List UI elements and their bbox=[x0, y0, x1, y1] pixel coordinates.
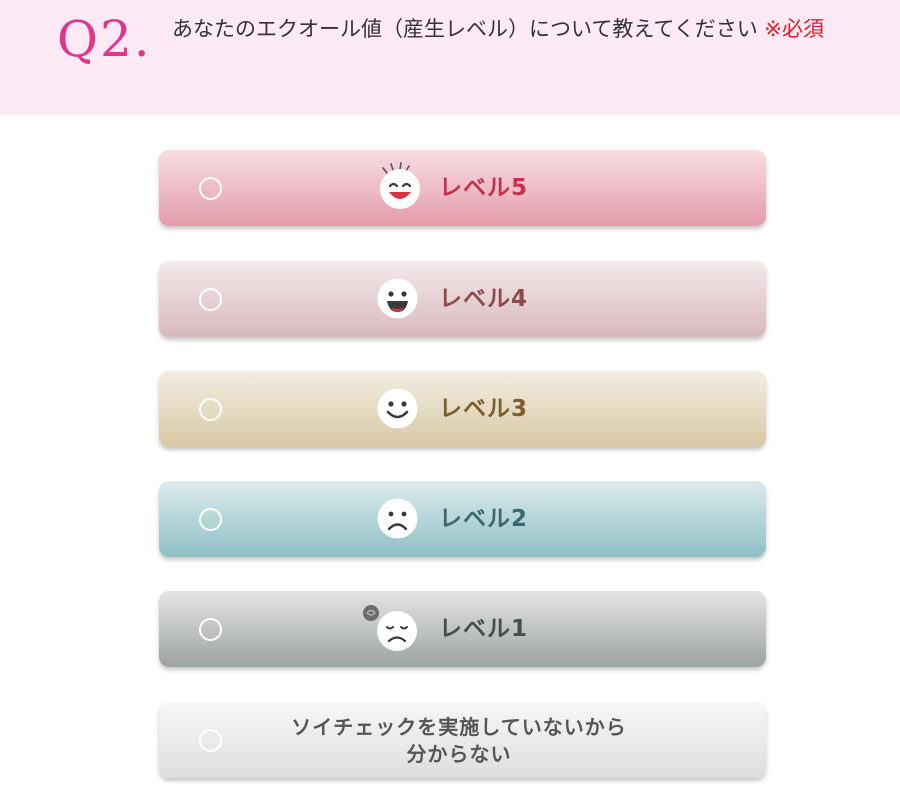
option-not-tested[interactable]: ソイチェックを実施していないから 分からない bbox=[159, 702, 766, 778]
option-level-5[interactable]: レベル5 bbox=[159, 150, 766, 226]
smile-face-icon bbox=[377, 388, 418, 429]
question-text: あなたのエクオール値（産生レベル）について教えてください ※必須 bbox=[172, 13, 882, 45]
radio-button[interactable] bbox=[199, 177, 222, 200]
option-label: レベル2 bbox=[439, 506, 529, 532]
big-smile-face-icon bbox=[380, 162, 420, 209]
required-mark: ※必須 bbox=[764, 17, 824, 41]
radio-button[interactable] bbox=[199, 618, 222, 641]
option-label: レベル5 bbox=[439, 175, 529, 201]
radio-button[interactable] bbox=[199, 288, 222, 311]
option-level-4[interactable]: レベル4 bbox=[159, 261, 766, 337]
grin-face-icon bbox=[377, 278, 418, 319]
option-label: ソイチェックを実施していないから 分からない bbox=[259, 714, 659, 768]
sad-face-icon bbox=[363, 605, 417, 651]
option-label: レベル1 bbox=[439, 616, 529, 642]
option-level-3[interactable]: レベル3 bbox=[159, 371, 766, 447]
option-level-1[interactable]: レベル1 bbox=[159, 591, 766, 667]
radio-button[interactable] bbox=[199, 508, 222, 531]
option-label: レベル4 bbox=[439, 286, 529, 312]
option-label: レベル3 bbox=[439, 396, 529, 422]
radio-button[interactable] bbox=[199, 729, 222, 752]
question-number: Q2. bbox=[57, 10, 152, 68]
radio-button[interactable] bbox=[199, 398, 222, 421]
question-header: Q2. あなたのエクオール値（産生レベル）について教えてください ※必須 bbox=[0, 0, 900, 115]
option-label-line-2: 分からない bbox=[406, 742, 512, 766]
question-label: あなたのエクオール値（産生レベル）について教えてください bbox=[172, 17, 758, 41]
option-label-line-1: ソイチェックを実施していないから bbox=[291, 715, 627, 739]
frown-face-icon bbox=[377, 498, 418, 539]
option-level-2[interactable]: レベル2 bbox=[159, 481, 766, 557]
